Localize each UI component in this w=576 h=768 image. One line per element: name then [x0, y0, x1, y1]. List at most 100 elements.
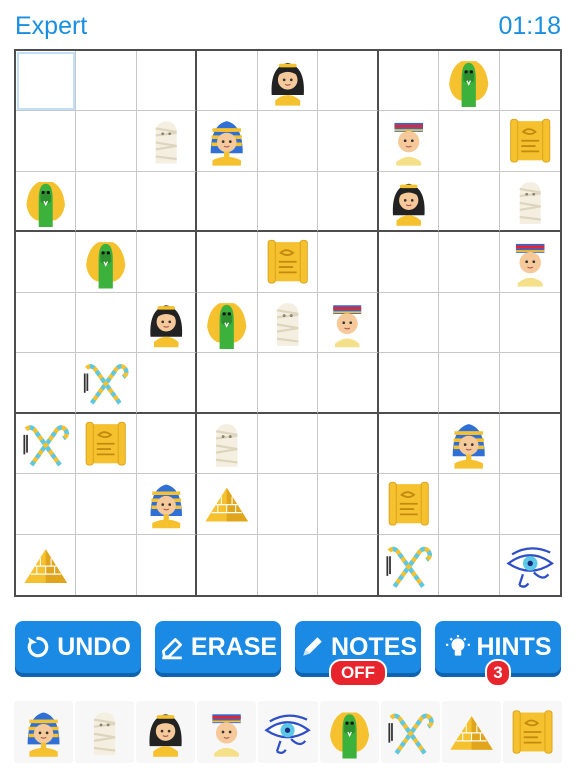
board-cell-filled[interactable] [378, 111, 440, 172]
board-cell-empty[interactable] [76, 111, 137, 172]
board-cell-empty[interactable] [197, 534, 258, 595]
board-cell-empty[interactable] [136, 232, 198, 293]
palette-eye-of-horus-button[interactable] [258, 701, 318, 763]
board-cell-empty[interactable] [257, 413, 319, 475]
eraser-icon [161, 638, 182, 660]
board-cell-empty[interactable] [16, 353, 77, 414]
board-cell-empty[interactable] [439, 232, 500, 293]
erase-button[interactable]: ERASE [155, 621, 281, 673]
board-cell-empty[interactable] [378, 51, 440, 112]
board-cell-empty[interactable] [76, 292, 137, 354]
board-cell-empty[interactable] [439, 474, 500, 535]
board-cell-empty[interactable] [16, 111, 77, 172]
board-cell-empty[interactable] [258, 534, 319, 595]
board-cell-empty[interactable] [197, 51, 258, 112]
board-cell-filled[interactable] [197, 111, 258, 172]
palette-mummy-button[interactable] [75, 701, 135, 763]
board-cell-filled[interactable] [499, 232, 560, 293]
board-cell-empty[interactable] [318, 51, 379, 112]
board-cell-empty[interactable] [318, 171, 379, 233]
board-cell-empty[interactable] [439, 292, 500, 354]
board-cell-empty[interactable] [16, 51, 77, 112]
board-cell-empty[interactable] [378, 292, 440, 354]
board-cell-empty[interactable] [439, 534, 500, 595]
board-cell-empty[interactable] [257, 111, 319, 172]
board-cell-empty[interactable] [136, 353, 198, 414]
board-cell-filled[interactable] [16, 534, 77, 595]
palette-pyramid-button[interactable] [441, 701, 501, 763]
board-cell-empty[interactable] [499, 353, 560, 414]
pyramid-icon [24, 548, 68, 583]
board-cell-empty[interactable] [378, 413, 440, 475]
board-cell-filled[interactable] [439, 413, 500, 475]
board-cell-empty[interactable] [76, 534, 137, 595]
board-cell-filled[interactable] [197, 413, 258, 475]
board-cell-empty[interactable] [76, 171, 137, 233]
palette-crook-flail-button[interactable] [380, 701, 440, 763]
board-cell-filled[interactable] [499, 172, 560, 233]
board-cell-empty[interactable] [378, 353, 440, 414]
board-cell-empty[interactable] [197, 232, 258, 293]
board-cell-empty[interactable] [16, 474, 77, 535]
board-cell-empty[interactable] [378, 232, 440, 293]
board-cell-filled[interactable] [378, 171, 440, 233]
board-cell-filled[interactable] [257, 232, 319, 293]
board-cell-empty[interactable] [76, 474, 137, 535]
board-cell-empty[interactable] [318, 413, 379, 475]
board-cell-filled[interactable] [318, 292, 379, 354]
board-cell-filled[interactable] [197, 474, 258, 535]
board-cell-filled[interactable] [16, 171, 77, 233]
board-cell-empty[interactable] [439, 171, 500, 233]
palette-pharaoh-king-button[interactable] [14, 701, 74, 763]
board-cell-empty[interactable] [318, 534, 379, 595]
board-cell-filled[interactable] [76, 413, 137, 475]
eye-of-horus-icon [506, 546, 554, 588]
board-cell-empty[interactable] [318, 353, 379, 414]
notes-button[interactable]: NOTES OFF [295, 621, 421, 687]
board-cell-empty[interactable] [499, 414, 560, 475]
board-cell-empty[interactable] [197, 353, 258, 414]
board-cell-empty[interactable] [76, 51, 137, 112]
board-cell-empty[interactable] [197, 171, 258, 233]
board-cell-filled[interactable] [379, 534, 440, 595]
board-cell-empty[interactable] [136, 171, 198, 233]
palette-scroll-button[interactable] [502, 701, 562, 763]
undo-button[interactable]: UNDO [15, 621, 141, 673]
board-cell-filled[interactable] [499, 111, 560, 172]
board-cell-empty[interactable] [439, 111, 500, 172]
undo-icon [27, 636, 49, 658]
board-cell-empty[interactable] [499, 474, 560, 535]
board-cell-filled[interactable] [136, 292, 198, 354]
board-cell-filled[interactable] [76, 232, 137, 293]
board-cell-filled[interactable] [136, 474, 198, 535]
board-cell-empty[interactable] [257, 353, 319, 414]
board-cell-filled[interactable] [257, 292, 319, 354]
board-cell-filled[interactable] [257, 51, 319, 112]
board-cell-filled[interactable] [76, 353, 137, 414]
board-cell-filled[interactable] [378, 474, 440, 535]
palette-pharaoh-woman-button[interactable] [136, 701, 196, 763]
board-cell-empty[interactable] [318, 474, 379, 535]
board-cell-filled[interactable] [197, 292, 258, 354]
board-cell-empty[interactable] [499, 51, 560, 112]
board-cell-empty[interactable] [439, 353, 500, 414]
mummy-icon [519, 181, 541, 224]
board-cell-empty[interactable] [136, 51, 198, 112]
board-cell-empty[interactable] [257, 171, 319, 233]
board-cell-empty[interactable] [16, 232, 77, 293]
board-cell-empty[interactable] [257, 474, 319, 535]
board-cell-filled[interactable] [500, 535, 560, 595]
board-cell-empty[interactable] [318, 232, 379, 293]
board-cell-filled[interactable] [439, 51, 500, 112]
board-cell-empty[interactable] [318, 111, 379, 172]
palette-pharaoh-boy-button[interactable] [197, 701, 257, 763]
board-cell-empty[interactable] [136, 413, 198, 475]
hints-button[interactable]: HINTS 3 [435, 621, 561, 687]
palette-cobra-button[interactable] [319, 701, 379, 763]
board-cell-empty[interactable] [16, 292, 77, 354]
board-cell-empty[interactable] [137, 534, 198, 595]
board-cell-filled[interactable] [16, 413, 77, 475]
hints-label: HINTS [476, 632, 552, 661]
board-cell-filled[interactable] [136, 111, 198, 172]
board-cell-empty[interactable] [499, 293, 560, 354]
